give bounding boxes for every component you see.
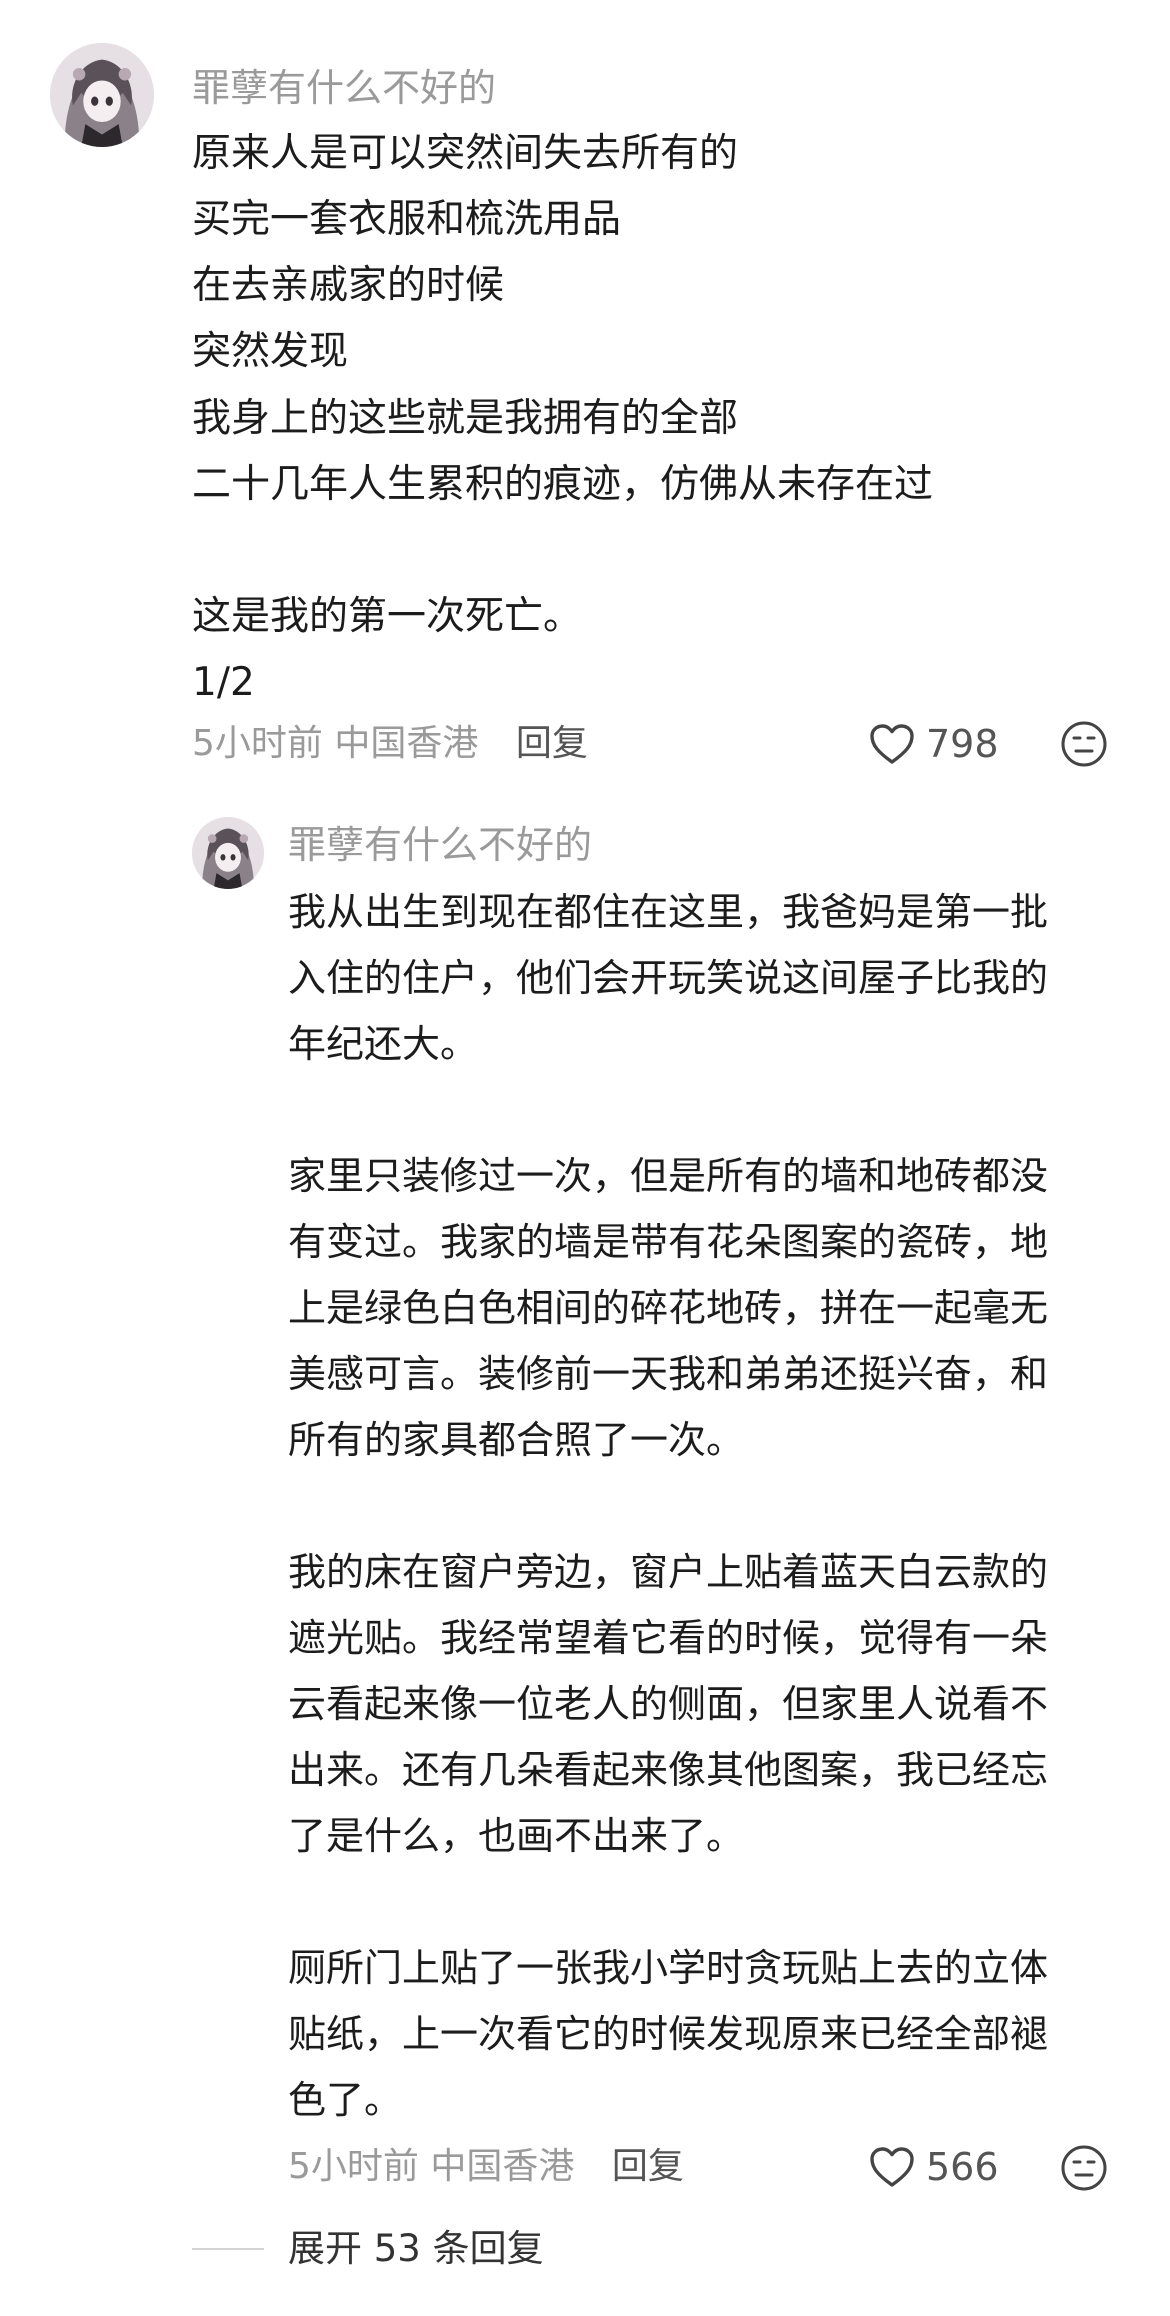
comment-text-line: 我身上的这些就是我拥有的全部: [192, 396, 739, 441]
comment-text-line: 所有的家具都合照了一次。: [288, 1418, 745, 1462]
comment-text-line: 年纪还大。: [288, 1022, 479, 1066]
comment-text-line: 遮光贴。我经常望着它看的时候，觉得有一朵: [288, 1616, 1049, 1660]
reply-button[interactable]: 回复: [612, 2146, 684, 2187]
expand-replies-button[interactable]: 展开 53 条回复: [288, 2225, 544, 2273]
comment-text-line: 美感可言。装修前一天我和弟弟还挺兴奋，和: [288, 1352, 1049, 1396]
comment-text-line: 1/2: [192, 660, 255, 705]
comment-time: 5小时前: [288, 2146, 419, 2187]
neutral-face-icon: [1061, 2145, 1107, 2191]
comment-text-line: 这是我的第一次死亡。: [192, 594, 583, 639]
like-count: 566: [926, 2145, 999, 2189]
reply-button[interactable]: 回复: [516, 723, 588, 764]
react-button[interactable]: [1060, 2144, 1108, 2192]
heart-outline-icon: [870, 724, 914, 764]
comment-location: 中国香港: [430, 2146, 575, 2187]
comment-text-line: 我的床在窗户旁边，窗户上贴着蓝天白云款的: [288, 1550, 1049, 1594]
comment-text-line: 入住的住户，他们会开玩笑说这间屋子比我的: [288, 956, 1049, 1000]
comment-meta: 5小时前 中国香港 回复: [192, 721, 588, 767]
comment-text-line: 买完一套衣服和梳洗用品: [192, 197, 622, 242]
comment-text-line: 了是什么，也画不出来了。: [288, 1814, 745, 1858]
comment-time: 5小时前: [192, 723, 323, 764]
expand-divider: [192, 2248, 264, 2250]
comment-username[interactable]: 罪孽有什么不好的: [192, 64, 496, 112]
like-count: 798: [926, 722, 999, 766]
avatar-anime-girl-icon: [192, 817, 264, 889]
like-button[interactable]: 798: [868, 719, 999, 769]
react-button[interactable]: [1060, 720, 1108, 768]
comment-text-line: 突然发现: [192, 329, 349, 374]
like-button[interactable]: 566: [868, 2142, 999, 2192]
comment-text-line: 贴纸，上一次看它的时候发现原来已经全部褪: [288, 2012, 1049, 2056]
comment-text-line: 上是绿色白色相间的碎花地砖，拼在一起毫无: [288, 1286, 1049, 1330]
comment-text-line: 出来。还有几朵看起来像其他图案，我已经忘: [288, 1748, 1049, 1792]
comment-username[interactable]: 罪孽有什么不好的: [288, 821, 592, 869]
comment-text-line: 原来人是可以突然间失去所有的: [192, 131, 739, 176]
avatar[interactable]: [50, 43, 154, 147]
avatar[interactable]: [192, 817, 264, 889]
heart-outline-icon: [870, 2147, 914, 2187]
neutral-face-icon: [1061, 721, 1107, 767]
comment-text-line: 我从出生到现在都住在这里，我爸妈是第一批: [288, 890, 1049, 934]
comment-location: 中国香港: [334, 723, 479, 764]
comment-meta: 5小时前 中国香港 回复: [288, 2144, 684, 2190]
comment-text-line: 厕所门上贴了一张我小学时贪玩贴上去的立体: [288, 1946, 1049, 1990]
comment-text-line: 家里只装修过一次，但是所有的墙和地砖都没: [288, 1154, 1049, 1198]
comment-text-line: 在去亲戚家的时候: [192, 263, 505, 308]
comment-text-line: 色了。: [288, 2078, 403, 2122]
comment-text-line: 二十几年人生累积的痕迹，仿佛从未存在过: [192, 462, 934, 507]
comment-text-line: 云看起来像一位老人的侧面，但家里人说看不: [288, 1682, 1049, 1726]
avatar-anime-girl-icon: [50, 43, 154, 147]
comment-text-line: 有变过。我家的墙是带有花朵图案的瓷砖，地: [288, 1220, 1049, 1264]
